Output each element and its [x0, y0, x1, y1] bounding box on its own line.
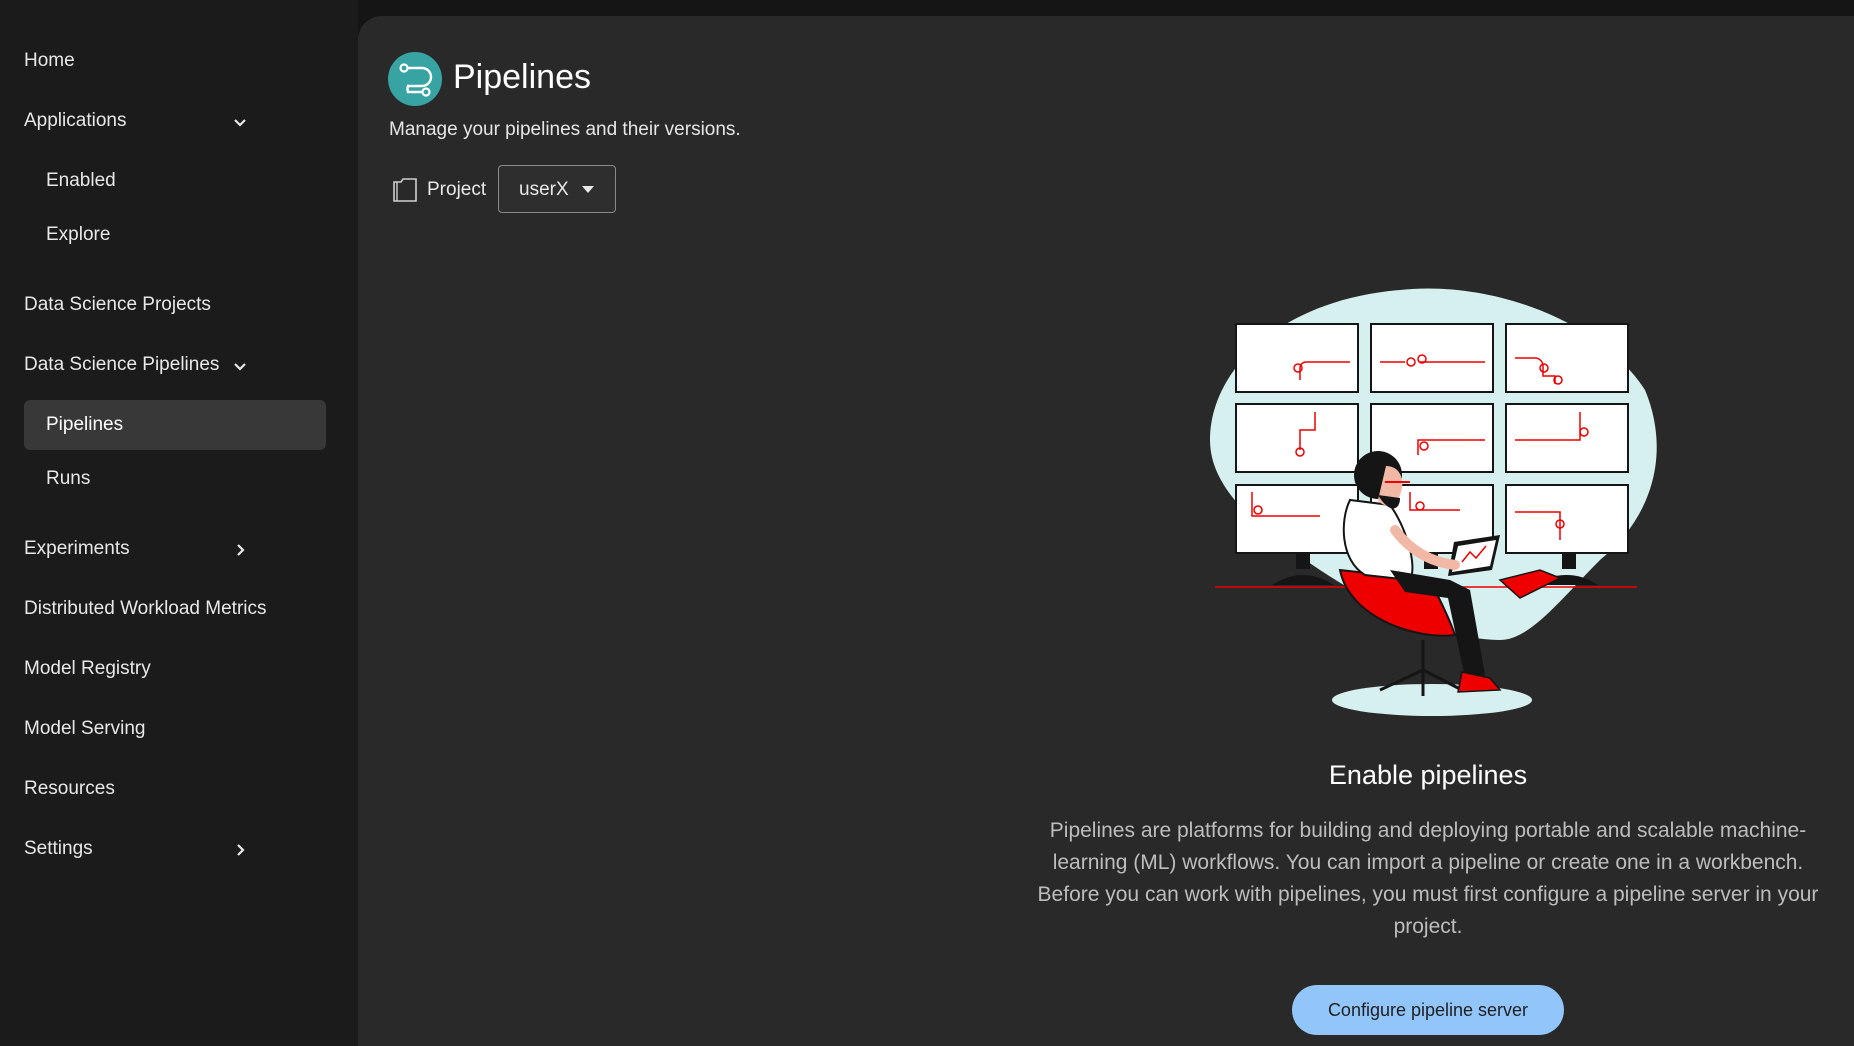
- sidebar-item-pipelines[interactable]: Pipelines: [46, 414, 123, 436]
- sidebar-item-resources[interactable]: Resources: [24, 778, 115, 800]
- sidebar-item-label: Experiments: [24, 538, 130, 559]
- chevron-right-icon: [237, 844, 245, 856]
- sidebar-item-home[interactable]: Home: [24, 50, 75, 72]
- sidebar-item-data-science-projects[interactable]: Data Science Projects: [24, 294, 211, 316]
- page-description: Manage your pipelines and their versions…: [389, 119, 741, 140]
- sidebar-item-model-serving[interactable]: Model Serving: [24, 718, 145, 740]
- project-select-value: userX: [519, 179, 569, 200]
- configure-pipeline-server-button[interactable]: Configure pipeline server: [1292, 985, 1564, 1035]
- chevron-right-icon: [237, 544, 245, 556]
- sidebar-item-applications[interactable]: Applications: [24, 110, 304, 132]
- sidebar-item-label: Data Science Pipelines: [24, 354, 220, 375]
- sidebar-item-settings[interactable]: Settings: [24, 838, 304, 860]
- sidebar-item-data-science-pipelines[interactable]: Data Science Pipelines: [24, 354, 304, 376]
- sidebar-item-enabled[interactable]: Enabled: [46, 170, 116, 192]
- chevron-down-icon: [234, 119, 246, 127]
- sidebar-item-runs[interactable]: Runs: [46, 468, 90, 490]
- sidebar-item-explore[interactable]: Explore: [46, 224, 110, 246]
- pipelines-illustration: [1210, 288, 1657, 716]
- sidebar-item-model-registry[interactable]: Model Registry: [24, 658, 151, 680]
- sidebar-item-experiments[interactable]: Experiments: [24, 538, 304, 560]
- sidebar-item-label: Settings: [24, 838, 93, 859]
- project-select[interactable]: userX: [498, 165, 616, 213]
- sidebar: Home Applications Enabled Explore Data S…: [0, 0, 358, 1046]
- empty-state-title: Enable pipelines: [1328, 760, 1528, 790]
- sidebar-item-label: Applications: [24, 110, 127, 131]
- folder-icon: [393, 178, 417, 202]
- pipeline-icon: [388, 52, 442, 106]
- sidebar-item-distributed-workload-metrics[interactable]: Distributed Workload Metrics: [24, 598, 267, 620]
- project-label: Project: [427, 179, 487, 200]
- caret-down-icon: [582, 186, 594, 193]
- empty-state-body: Pipelines are platforms for building and…: [1037, 819, 1819, 938]
- chevron-down-icon: [234, 363, 246, 371]
- page-title: Pipelines: [453, 58, 591, 96]
